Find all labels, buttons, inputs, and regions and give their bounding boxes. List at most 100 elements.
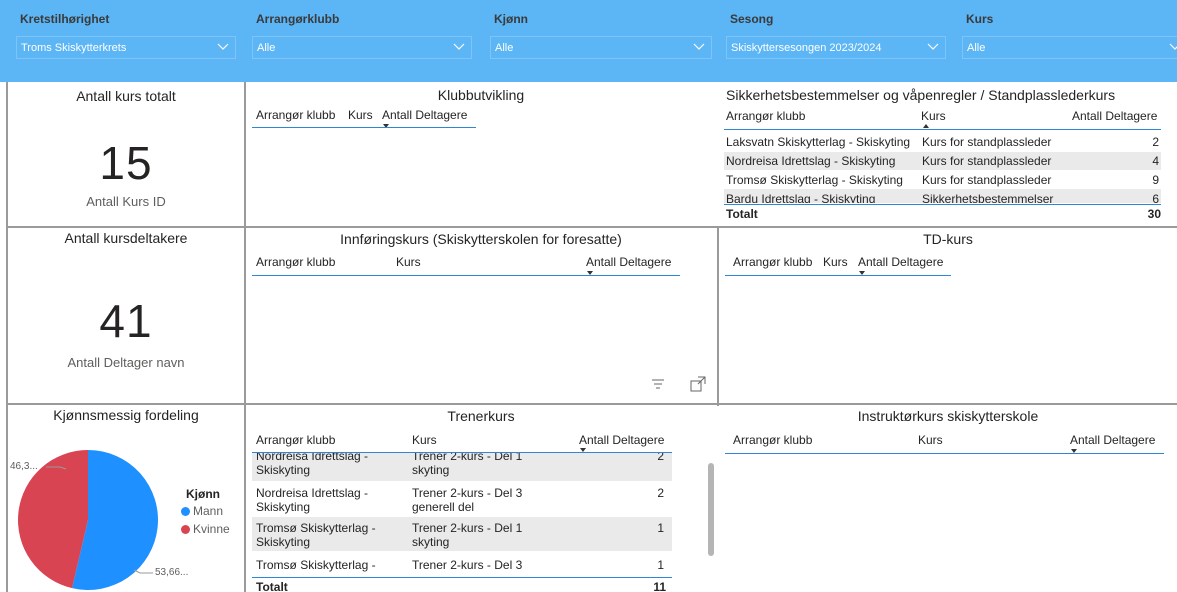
filter-icon[interactable] xyxy=(651,378,665,390)
column-header-arrangor-klubb[interactable]: Arrangør klubb xyxy=(726,109,805,123)
chevron-down-icon xyxy=(1169,43,1177,50)
slicer-dropdown-kjonn[interactable]: Alle xyxy=(490,36,712,59)
table-innforingskurs: Innføringskurs (Skiskytterskolen for for… xyxy=(246,228,716,403)
column-header-antall-deltagere[interactable]: Antall Deltagere xyxy=(586,255,671,269)
cell-club: Skiskyting xyxy=(256,463,311,477)
column-header-kurs[interactable]: Kurs xyxy=(412,433,437,447)
cell-club: Skiskyting xyxy=(256,535,311,549)
column-header-arrangor-klubb[interactable]: Arrangør klubb xyxy=(256,255,335,269)
card-label: Antall Deltager navn xyxy=(67,355,185,370)
header-underline xyxy=(725,453,1164,454)
legend-title: Kjønn xyxy=(186,487,220,501)
column-header-antall-deltagere[interactable]: Antall Deltagere xyxy=(1072,109,1157,123)
slicer-value: Alle xyxy=(257,42,276,54)
label-leader xyxy=(133,569,153,574)
vertical-scrollbar[interactable] xyxy=(708,463,714,556)
cell-count: 9 xyxy=(1152,173,1159,187)
column-header-antall-deltagere[interactable]: Antall Deltagere xyxy=(1070,433,1155,447)
table-title: Klubbutvikling xyxy=(437,87,525,103)
table-trenerkurs: Trenerkurs Arrangør klubb Kurs Antall De… xyxy=(246,405,716,592)
header-underline xyxy=(725,275,951,276)
cell-course: skyting xyxy=(412,535,450,549)
cell-count: 2 xyxy=(1152,135,1159,149)
table-title: Instruktørkurs skiskytterskole xyxy=(857,408,1039,424)
table-row[interactable]: Nordreisa Idrettslag - Skiskyting Trener… xyxy=(252,453,672,481)
slicer-dropdown-kretstilhorighet[interactable]: Troms Skiskytterkrets xyxy=(16,36,236,59)
cell-club: Tromsø Skiskytterlag - Skiskyting xyxy=(726,173,903,187)
legend-label: Kvinne xyxy=(193,522,230,536)
table-row[interactable]: Tromsø Skiskytterlag - Skiskyting Trener… xyxy=(252,517,672,551)
filter-bar: Kretstilhørighet Troms Skiskytterkrets A… xyxy=(0,0,1177,82)
slicer-dropdown-arrangorklubb[interactable]: Alle xyxy=(252,36,472,59)
column-header-kurs[interactable]: Kurs xyxy=(348,108,373,122)
cell-course: Trener 2-kurs - Del 3 xyxy=(412,558,523,572)
total-line xyxy=(252,577,672,578)
table-row[interactable]: Laksvatn Skiskytterlag - Skiskyting Kurs… xyxy=(724,134,1161,151)
cell-club: Tromsø Skiskytterlag - xyxy=(256,558,376,572)
total-line xyxy=(724,204,1161,205)
card-value: 15 xyxy=(99,137,153,189)
cell-count: 2 xyxy=(657,453,664,463)
slicer-value: Skiskyttersesongen 2023/2024 xyxy=(731,42,882,54)
chevron-down-icon xyxy=(927,43,939,50)
legend-item-mann[interactable]: Mann xyxy=(181,504,223,518)
column-header-arrangor-klubb[interactable]: Arrangør klubb xyxy=(733,255,812,269)
column-header-antall-deltagere[interactable]: Antall Deltagere xyxy=(858,255,943,269)
card-value: 41 xyxy=(99,295,153,347)
slicer-dropdown-kurs[interactable]: Alle xyxy=(962,36,1177,59)
chevron-down-icon xyxy=(453,43,465,50)
column-header-arrangor-klubb[interactable]: Arrangør klubb xyxy=(256,433,335,447)
slicer-title: Arrangørklubb xyxy=(256,12,340,26)
table-body[interactable]: Nordreisa Idrettslag - Skiskyting Trener… xyxy=(252,453,672,576)
legend-label: Mann xyxy=(193,504,224,518)
cell-club: Tromsø Skiskytterlag - xyxy=(256,521,376,535)
card-antall-kurs: Antall kurs totalt 15 Antall Kurs ID xyxy=(8,84,244,226)
column-header-kurs[interactable]: Kurs xyxy=(918,433,943,447)
header-underline xyxy=(252,275,680,276)
total-label: Totalt xyxy=(726,207,758,221)
table-sikkerhetsbestemmelser: Sikkerhetsbestemmelser og våpenregler / … xyxy=(718,84,1177,226)
cell-count: 6 xyxy=(1152,192,1159,203)
focus-mode-icon[interactable] xyxy=(689,375,707,393)
column-header-arrangor-klubb[interactable]: Arrangør klubb xyxy=(256,108,335,122)
card-title: Antall kurs totalt xyxy=(76,88,176,104)
table-title: Trenerkurs xyxy=(447,408,515,424)
table-row[interactable]: Tromsø Skiskytterlag - Skiskyting Kurs f… xyxy=(724,171,1161,188)
sort-ascending-icon xyxy=(923,124,929,128)
chart-kjonnsmessig-fordeling: Kjønnsmessig fordeling 46,3... 53,66... … xyxy=(8,405,244,592)
legend-item-kvinne[interactable]: Kvinne xyxy=(181,522,230,536)
chevron-down-icon xyxy=(693,43,705,50)
table-title: Sikkerhetsbestemmelser og våpenregler / … xyxy=(726,87,1116,103)
slicer-title: Kjønn xyxy=(494,12,528,26)
column-header-antall-deltagere[interactable]: Antall Deltagere xyxy=(382,108,467,122)
slicer-dropdown-sesong[interactable]: Skiskyttersesongen 2023/2024 xyxy=(726,36,946,59)
table-row[interactable]: Nordreisa Idrettslag - Skiskyting Trener… xyxy=(252,482,672,516)
cell-course: Trener 2-kurs - Del 1 xyxy=(412,521,523,535)
cell-course: generell del xyxy=(412,500,475,514)
column-header-kurs[interactable]: Kurs xyxy=(823,255,848,269)
column-header-arrangor-klubb[interactable]: Arrangør klubb xyxy=(733,433,812,447)
header-underline xyxy=(724,129,1161,130)
table-row[interactable]: Nordreisa Idrettslag - Skiskyting Kurs f… xyxy=(724,152,1161,170)
cell-course: Kurs for standplassleder xyxy=(922,173,1052,187)
cell-club: Laksvatn Skiskytterlag - Skiskyting xyxy=(726,135,911,149)
legend-dot-icon xyxy=(181,525,190,534)
column-header-antall-deltagere[interactable]: Antall Deltagere xyxy=(579,433,664,447)
card-antall-deltakere: Antall kursdeltakere 41 Antall Deltager … xyxy=(8,228,244,403)
cell-count: 1 xyxy=(657,521,664,535)
table-row[interactable]: Bardu Idrettslag - Skiskyting Sikkerhets… xyxy=(724,189,1161,203)
card-label: Antall Kurs ID xyxy=(86,194,166,209)
column-header-kurs[interactable]: Kurs xyxy=(921,109,946,123)
total-value: 30 xyxy=(1147,207,1161,221)
table-instruktorkurs: Instruktørkurs skiskytterskole Arrangør … xyxy=(719,405,1177,592)
cell-count: 2 xyxy=(657,486,664,500)
cell-club: Nordreisa Idrettslag - xyxy=(256,453,369,463)
cell-club: Nordreisa Idrettslag - xyxy=(256,486,369,500)
column-header-kurs[interactable]: Kurs xyxy=(396,255,421,269)
cell-count: 4 xyxy=(1152,154,1159,168)
slicer-title: Kurs xyxy=(966,12,994,26)
cell-course: skyting xyxy=(412,463,450,477)
table-row[interactable]: Tromsø Skiskytterlag - Trener 2-kurs - D… xyxy=(252,552,672,576)
cell-count: 1 xyxy=(657,558,664,572)
cell-course: Sikkerhetsbestemmelser xyxy=(922,192,1054,203)
